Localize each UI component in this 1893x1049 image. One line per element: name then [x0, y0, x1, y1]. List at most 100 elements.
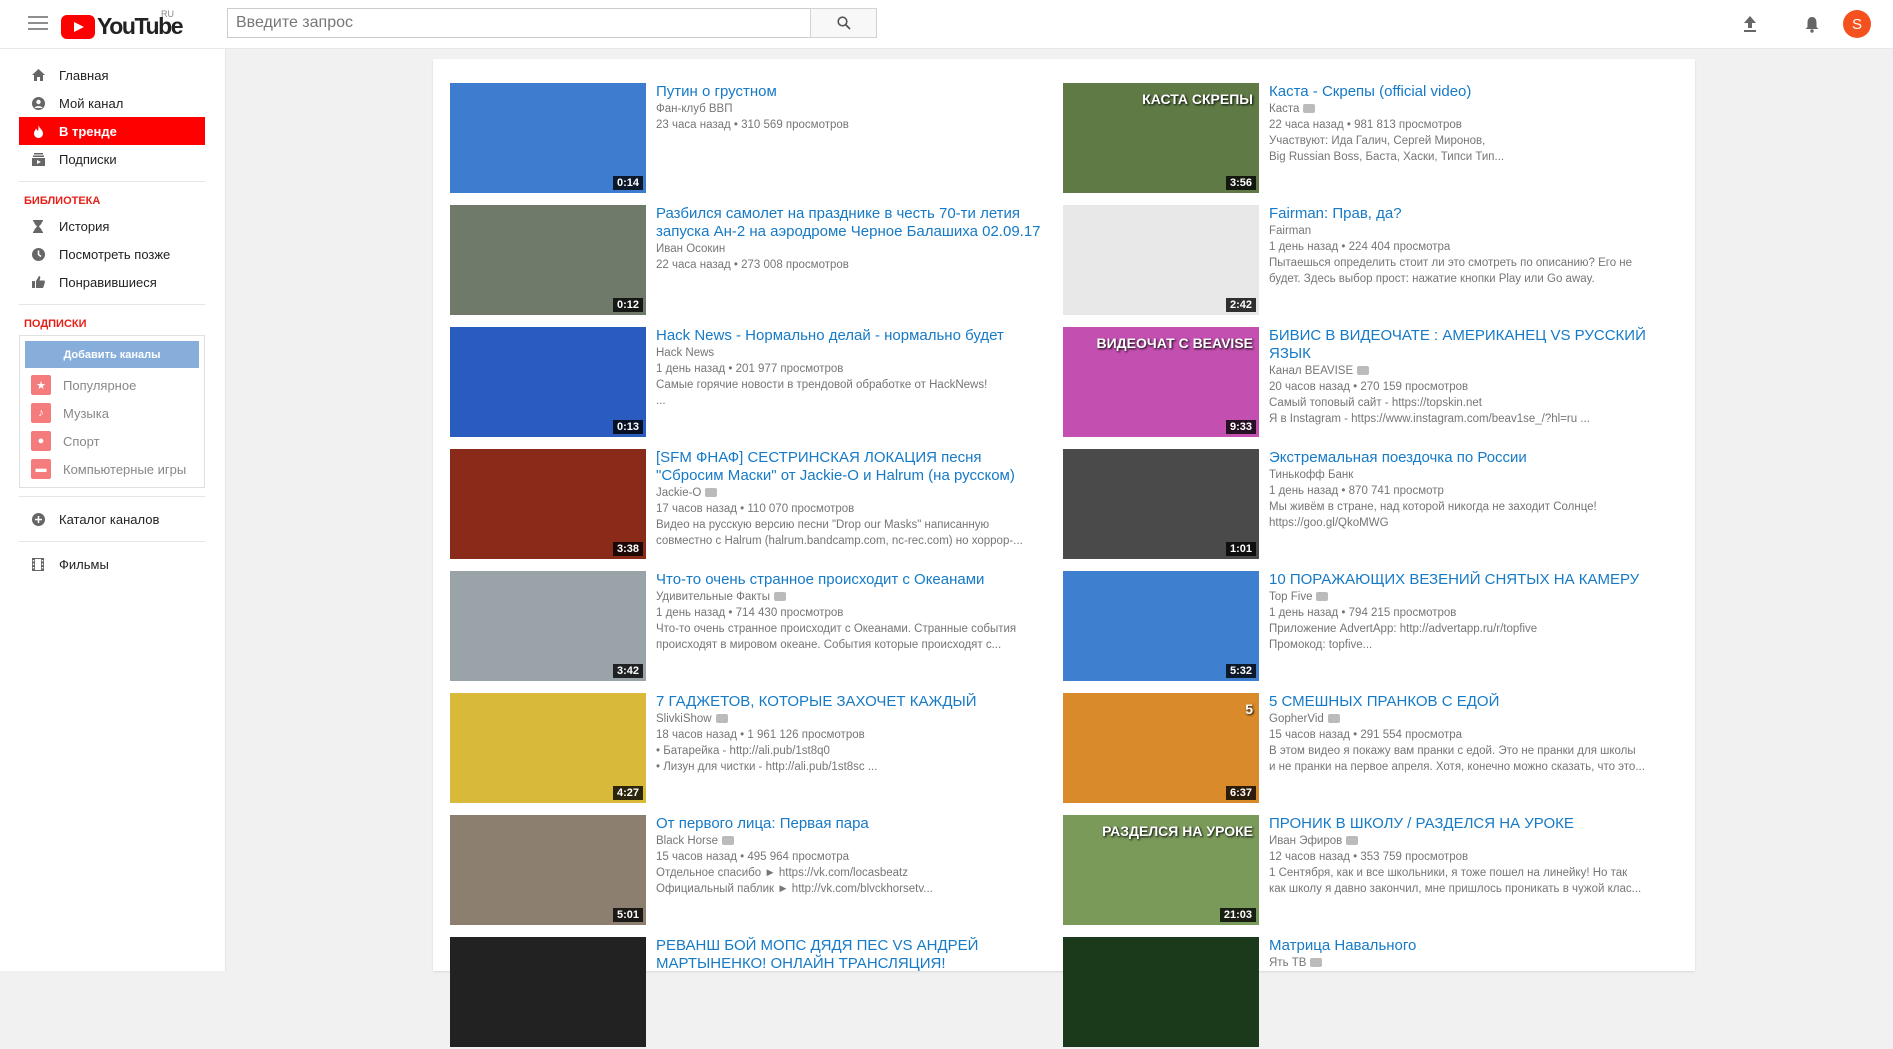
video-title-link[interactable]: Путин о грустном	[656, 83, 1051, 101]
channel-name-link[interactable]: Ять ТВ	[1269, 957, 1306, 969]
sidebar-item-trending[interactable]: В тренде	[19, 117, 205, 145]
video-thumbnail[interactable]: 2:42	[1063, 205, 1259, 315]
video-thumbnail[interactable]: 4:27	[450, 693, 646, 803]
video-card[interactable]: РЕВАНШ БОЙ МОПС ДЯДЯ ПЕС VS АНДРЕЙ МАРТЫ…	[450, 937, 1050, 1049]
video-views: 270 159 просмотров	[1360, 381, 1469, 393]
video-duration: 4:27	[612, 786, 643, 800]
video-card[interactable]: 2:42 Fairman: Прав, да? Fairman 1 день наза…	[1063, 205, 1663, 317]
video-card[interactable]: РАЗДЕЛСЯ НА УРОКЕ 21:03 ПРОНИК В ШКОЛУ / Р…	[1063, 815, 1663, 927]
video-card[interactable]: 0:14 Путин о грустном Фан-клуб ВВП 23 часа …	[450, 83, 1050, 195]
channel-name-link[interactable]: Канал BEAVISE	[1269, 365, 1353, 377]
video-title-link[interactable]: От первого лица: Первая пара	[656, 815, 1051, 833]
notifications-bell-icon[interactable]	[1800, 12, 1824, 36]
description-line: https://goo.gl/QkoMWG	[1269, 517, 1389, 529]
video-card[interactable]: 5:01 От первого лица: Первая пара Black Ho…	[450, 815, 1050, 927]
video-thumbnail[interactable]: ВИДЕОЧАТ С BEAVISE 9:33	[1063, 327, 1259, 437]
sub-item-popular[interactable]: ★ Популярное	[25, 371, 199, 399]
video-thumbnail[interactable]: 3:42	[450, 571, 646, 681]
video-card[interactable]: ВИДЕОЧАТ С BEAVISE 9:33 БИВИС В ВИДЕОЧАТЕ …	[1063, 327, 1663, 439]
video-card[interactable]: 4:27 7 ГАДЖЕТОВ, КОТОРЫЕ ЗАХОЧЕТ КАЖДЫЙ Sl…	[450, 693, 1050, 805]
video-thumbnail[interactable]: 0:14	[450, 83, 646, 193]
video-title-link[interactable]: БИВИС В ВИДЕОЧАТЕ : АМЕРИКАНЕЦ VS РУССКИ…	[1269, 327, 1664, 363]
channel-name-link[interactable]: Иван Осокин	[656, 243, 725, 255]
top-bar: YouTube RU S	[0, 0, 1893, 49]
channel-name-link[interactable]: Black Horse	[656, 835, 718, 847]
video-title-link[interactable]: Fairman: Прав, да?	[1269, 205, 1664, 223]
sub-item-games[interactable]: ▬ Компьютерные игры	[25, 455, 199, 483]
video-card[interactable]: 5:32 10 ПОРАЖАЮЩИХ ВЕЗЕНИЙ СНЯТЫХ НА КАМЕ…	[1063, 571, 1663, 683]
video-description: Что-то очень странное происходит с Океан…	[656, 621, 1051, 653]
video-thumbnail[interactable]	[1063, 937, 1259, 1047]
sidebar-item-watch-later[interactable]: Посмотреть позже	[19, 240, 205, 268]
video-title-link[interactable]: 5 СМЕШНЫХ ПРАНКОВ С ЕДОЙ	[1269, 693, 1664, 711]
video-info: РЕВАНШ БОЙ МОПС ДЯДЯ ПЕС VS АНДРЕЙ МАРТЫ…	[656, 937, 1051, 973]
video-title-link[interactable]: 10 ПОРАЖАЮЩИХ ВЕЗЕНИЙ СНЯТЫХ НА КАМЕРУ	[1269, 571, 1664, 589]
video-title-link[interactable]: Экстремальная поездочка по России	[1269, 449, 1664, 467]
video-thumbnail[interactable]	[450, 937, 646, 1047]
channel-name-link[interactable]: SlivkiShow	[656, 713, 712, 725]
channel-name-link[interactable]: Фан-клуб ВВП	[656, 103, 732, 115]
search-button[interactable]	[810, 8, 877, 38]
video-title-link[interactable]: Матрица Навального	[1269, 937, 1664, 955]
video-card[interactable]: 5 6:37 5 СМЕШНЫХ ПРАНКОВ С ЕДОЙ GopherVid 15…	[1063, 693, 1663, 805]
channel-name-link[interactable]: Fairman	[1269, 225, 1311, 237]
video-duration: 5:32	[1225, 664, 1256, 678]
channel-name-link[interactable]: Jackie-O	[656, 487, 701, 499]
video-views: 201 977 просмотров	[735, 363, 844, 375]
sub-item-music[interactable]: ♪ Музыка	[25, 399, 199, 427]
video-thumbnail[interactable]: 5:32	[1063, 571, 1259, 681]
sidebar-item-history[interactable]: История	[19, 212, 205, 240]
video-channel: Иван Осокин	[656, 241, 1051, 257]
hamburger-menu-icon[interactable]	[28, 16, 48, 32]
video-thumbnail[interactable]: 1:01	[1063, 449, 1259, 559]
video-thumbnail[interactable]: 0:13	[450, 327, 646, 437]
sidebar-item-subscriptions[interactable]: Подписки	[19, 145, 205, 173]
video-title-link[interactable]: 7 ГАДЖЕТОВ, КОТОРЫЕ ЗАХОЧЕТ КАЖДЫЙ	[656, 693, 1051, 711]
video-card[interactable]: Матрица Навального Ять ТВ	[1063, 937, 1663, 1049]
channel-name-link[interactable]: GopherVid	[1269, 713, 1324, 725]
video-thumbnail[interactable]: РАЗДЕЛСЯ НА УРОКЕ 21:03	[1063, 815, 1259, 925]
sidebar-item-films[interactable]: Фильмы	[19, 550, 205, 578]
upload-icon[interactable]	[1738, 12, 1762, 36]
search-input[interactable]	[227, 8, 810, 38]
video-thumbnail[interactable]: 0:12	[450, 205, 646, 315]
sub-item-sport[interactable]: ● Спорт	[25, 427, 199, 455]
sidebar-item-home[interactable]: Главная	[19, 61, 205, 89]
video-card[interactable]: 3:42 Что-то очень странное происходит с О…	[450, 571, 1050, 683]
avatar[interactable]: S	[1843, 10, 1871, 38]
trending-feed: 0:14 Путин о грустном Фан-клуб ВВП 23 часа …	[433, 59, 1695, 1047]
sidebar-item-my-channel[interactable]: Мой канал	[19, 89, 205, 117]
video-thumbnail[interactable]: КАСТА СКРЕПЫ 3:56	[1063, 83, 1259, 193]
video-card[interactable]: 1:01 Экстремальная поездочка по России Тин…	[1063, 449, 1663, 561]
video-title-link[interactable]: [SFM ФНАФ] СЕСТРИНСКАЯ ЛОКАЦИЯ песня "Сб…	[656, 449, 1051, 485]
channel-name-link[interactable]: Hack News	[656, 347, 714, 359]
video-thumbnail[interactable]: 5 6:37	[1063, 693, 1259, 803]
channel-name-link[interactable]: Тинькофф Банк	[1269, 469, 1353, 481]
video-thumbnail[interactable]: 5:01	[450, 815, 646, 925]
video-card[interactable]: КАСТА СКРЕПЫ 3:56 Каста - Скрепы (official…	[1063, 83, 1663, 195]
video-title-link[interactable]: Что-то очень странное происходит с Океан…	[656, 571, 1051, 589]
video-title-link[interactable]: ПРОНИК В ШКОЛУ / РАЗДЕЛСЯ НА УРОКЕ	[1269, 815, 1664, 833]
add-channels-button[interactable]: Добавить каналы	[25, 341, 199, 368]
youtube-logo[interactable]: YouTube RU	[61, 9, 184, 40]
video-title-link[interactable]: Разбился самолет на празднике в честь 70…	[656, 205, 1051, 241]
channel-name-link[interactable]: Удивительные Факты	[656, 591, 770, 603]
video-title-link[interactable]: Hack News - Нормально делай - нормально …	[656, 327, 1051, 345]
description-line: и не пранки на первое апреля. Хотя, коне…	[1269, 761, 1645, 773]
video-card[interactable]: 3:38 [SFM ФНАФ] СЕСТРИНСКАЯ ЛОКАЦИЯ песня…	[450, 449, 1050, 561]
video-age: 17 часов назад	[656, 503, 737, 515]
video-title-link[interactable]: Каста - Скрепы (official video)	[1269, 83, 1664, 101]
channel-name-link[interactable]: Top Five	[1269, 591, 1312, 603]
video-channel: Каста	[1269, 101, 1664, 117]
sidebar-item-liked[interactable]: Понравившиеся	[19, 268, 205, 296]
video-card[interactable]: 0:13 Hack News - Нормально делай - нормал…	[450, 327, 1050, 439]
channel-name-link[interactable]: Иван Эфиров	[1269, 835, 1342, 847]
video-stats: 1 день назад • 794 215 просмотров	[1269, 607, 1457, 619]
video-title-link[interactable]: РЕВАНШ БОЙ МОПС ДЯДЯ ПЕС VS АНДРЕЙ МАРТЫ…	[656, 937, 1051, 973]
video-card[interactable]: 0:12 Разбился самолет на празднике в чест…	[450, 205, 1050, 317]
sub-item-label: Музыка	[63, 405, 109, 421]
video-thumbnail[interactable]: 3:38	[450, 449, 646, 559]
channel-name-link[interactable]: Каста	[1269, 103, 1299, 115]
sidebar-item-channel-catalog[interactable]: Каталог каналов	[19, 505, 205, 533]
video-duration: 0:12	[612, 298, 643, 312]
